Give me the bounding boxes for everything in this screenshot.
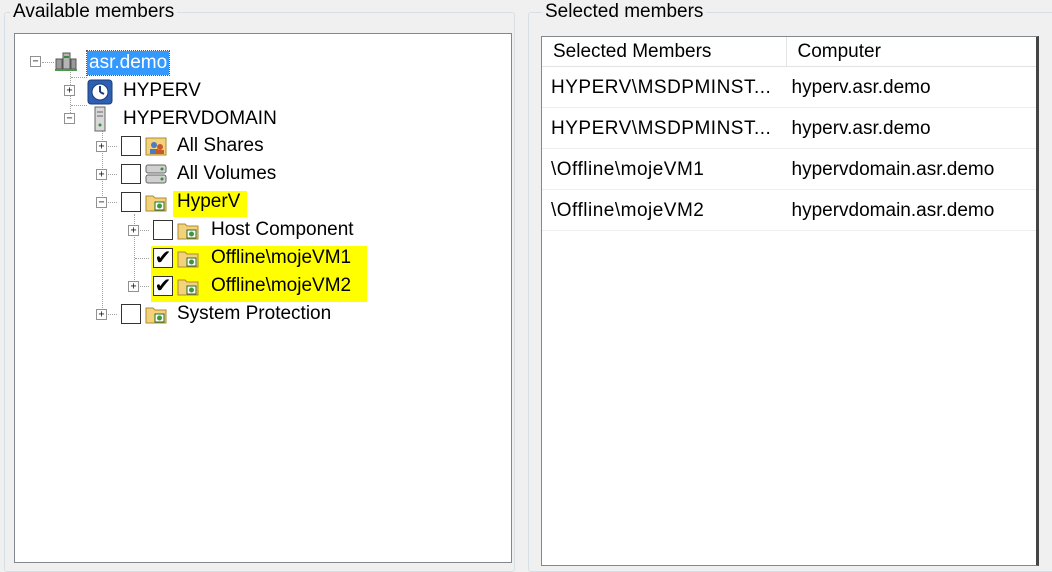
available-members-title: Available members (10, 1, 178, 23)
checkbox-all-volumes[interactable] (121, 164, 141, 184)
cell-computer: hypervdomain.asr.demo (791, 199, 995, 221)
checkbox-system-protection[interactable] (121, 304, 141, 324)
tree-line (71, 77, 87, 78)
network-domain-icon (55, 52, 77, 71)
expander-system-protection[interactable]: + (96, 309, 107, 320)
cell-computer: hyperv.asr.demo (791, 117, 931, 139)
cell-selected-member: HYPERV\MSDPMINST... (551, 76, 772, 98)
checkbox-hyperv-node[interactable] (121, 192, 141, 212)
expander-host-component[interactable]: + (128, 225, 139, 236)
tree-item-system-protection[interactable]: System Protection (175, 302, 333, 326)
cell-computer: hyperv.asr.demo (791, 76, 931, 98)
tree-item-all-volumes[interactable]: All Volumes (175, 162, 278, 186)
hyperv-folder-icon (145, 195, 167, 212)
tree-item-host-component[interactable]: Host Component (209, 218, 356, 242)
tree-item-hyperv[interactable]: HYPERV (121, 79, 203, 103)
available-members-tree[interactable]: − asr.demo + HYPERV − HYPERVDOMAIN + All… (14, 33, 512, 563)
server-icon (94, 106, 106, 132)
system-protection-folder-icon (145, 307, 167, 324)
tree-item-hypervdomain[interactable]: HYPERVDOMAIN (121, 107, 279, 131)
list-row[interactable]: \Offline\mojeVM2 hypervdomain.asr.demo (542, 191, 1036, 231)
checkbox-host-component[interactable] (153, 220, 173, 240)
tree-line (135, 258, 149, 259)
available-members-group: Available members − asr.demo + HYPERV − … (4, 1, 515, 572)
selected-members-title: Selected members (542, 1, 707, 23)
expander-vm2[interactable]: + (128, 281, 139, 292)
volumes-icon (145, 164, 167, 184)
cell-selected-member: HYPERV\MSDPMINST... (551, 117, 772, 139)
tree-line (71, 105, 87, 106)
checkbox-all-shares[interactable] (121, 136, 141, 156)
tree-item-vm1[interactable]: Offline\mojeVM1 (209, 246, 353, 270)
selected-members-list[interactable]: Selected Members Computer HYPERV\MSDPMIN… (541, 36, 1039, 566)
tree-item-all-shares[interactable]: All Shares (175, 134, 266, 158)
tree-line (42, 62, 54, 63)
list-row[interactable]: HYPERV\MSDPMINST... hyperv.asr.demo (542, 109, 1036, 149)
clock-server-icon (87, 79, 113, 105)
column-header-computer[interactable]: Computer (787, 37, 1037, 67)
checkbox-vm2[interactable]: ✔ (153, 276, 173, 296)
selected-members-group: Selected members Selected Members Comput… (528, 1, 1052, 572)
host-component-folder-icon (177, 223, 199, 240)
list-row[interactable]: \Offline\mojeVM1 hypervdomain.asr.demo (542, 150, 1036, 190)
list-header: Selected Members Computer (542, 37, 1036, 67)
cell-selected-member: \Offline\mojeVM2 (551, 199, 705, 221)
expander-asr-demo[interactable]: − (30, 56, 41, 67)
tree-item-asr-demo[interactable]: asr.demo (85, 50, 171, 76)
list-row[interactable]: HYPERV\MSDPMINST... hyperv.asr.demo (542, 68, 1036, 108)
column-header-selected-members[interactable]: Selected Members (542, 37, 787, 67)
expander-hyperv[interactable]: + (64, 85, 75, 96)
cell-computer: hypervdomain.asr.demo (791, 158, 995, 180)
tree-item-vm2[interactable]: Offline\mojeVM2 (209, 274, 353, 298)
expander-all-shares[interactable]: + (96, 141, 107, 152)
vm-folder-icon (177, 279, 199, 296)
expander-hyperv-node[interactable]: − (96, 197, 107, 208)
expander-all-volumes[interactable]: + (96, 169, 107, 180)
checkbox-vm1[interactable]: ✔ (153, 248, 173, 268)
shares-icon (145, 137, 167, 156)
cell-selected-member: \Offline\mojeVM1 (551, 158, 705, 180)
tree-item-hyperv-node[interactable]: HyperV (175, 190, 242, 214)
tree-line (102, 130, 103, 312)
expander-hypervdomain[interactable]: − (64, 113, 75, 124)
vm-folder-icon (177, 251, 199, 268)
